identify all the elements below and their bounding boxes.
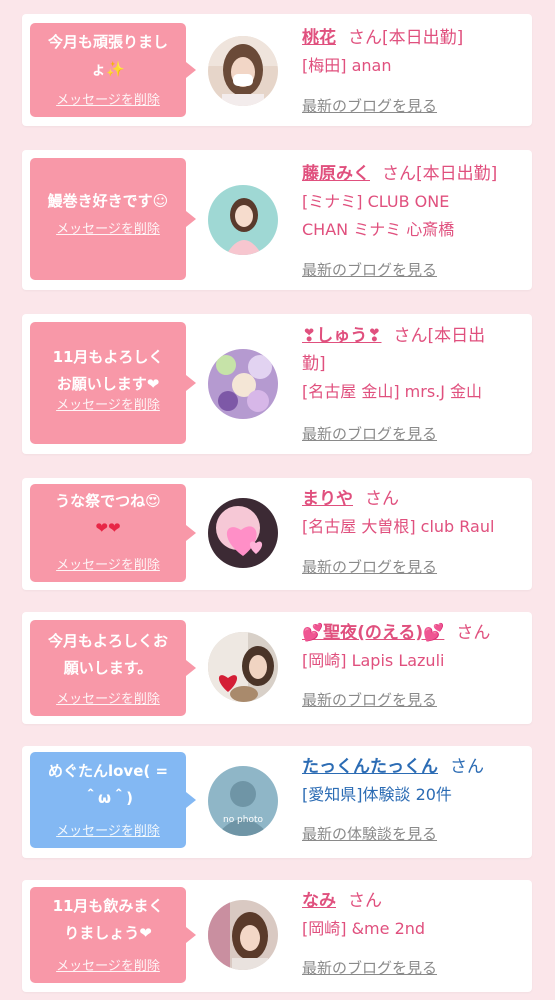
message-bubble: 今月もよろしくお 願いします。 メッセージを削除 [30,620,196,716]
no-photo-text: no photo [223,815,264,825]
delete-message-link[interactable]: メッセージを削除 [30,692,186,708]
message-text-line: 鰻巻き好きです☺ [47,192,169,210]
message-card: 今月も頑張りまし ょ✨ メッセージを削除 桃花 さん[本日出勤] [梅田] ana… [22,14,532,126]
message-text-line: ＾ω＾) [83,789,133,807]
message-card: 11月もよろしく お願いします❤ メッセージを削除 ❣しゅう❣ さん[本日出 勤]… [22,314,532,454]
cast-name-link[interactable]: 藤原みく [302,164,370,184]
message-bubble: 鰻巻き好きです☺ メッセージを削除 [30,158,196,280]
avatar[interactable] [208,498,278,568]
message-list: 今月も頑張りまし ょ✨ メッセージを削除 桃花 さん[本日出勤] [梅田] ana… [0,0,555,1000]
avatar[interactable] [208,185,278,255]
message-card: めぐたんlove( = ＾ω＾) メッセージを削除 no photo たっくんた… [22,746,532,858]
shop-label: [名古屋 大曽根] club Raul [302,517,495,536]
latest-blog-link[interactable]: 最新のブログを見る [302,423,437,444]
latest-blog-link[interactable]: 最新のブログを見る [302,556,437,577]
message-text-line: 今月もよろしくお [47,632,168,650]
shop-label: [名古屋 金山] mrs.J 金山 [302,382,483,401]
message-text-line: りましょう❤ [64,924,152,942]
message-text-line: ょ✨ [91,60,125,78]
reviewer-suffix: さん [450,757,484,777]
shop-label: [ミナミ] CLUB ONE [302,192,450,211]
cast-status: さん [348,891,382,911]
delete-message-link[interactable]: メッセージを削除 [30,959,186,975]
cast-name-link[interactable]: なみ [302,891,336,911]
message-bubble: 11月も飲みまく りましょう❤ メッセージを削除 [30,887,196,983]
latest-blog-link[interactable]: 最新のブログを見る [302,689,437,710]
avatar[interactable]: no photo [208,766,278,836]
latest-blog-link[interactable]: 最新のブログを見る [302,259,437,280]
red-heart-icon: ❤❤ [95,519,121,537]
message-bubble: 11月もよろしく お願いします❤ メッセージを削除 [30,322,196,444]
cast-status: さん[本日出 [393,326,486,346]
cast-name-link[interactable]: ❣しゅう❣ [302,326,382,346]
cast-status: さん [456,623,491,643]
message-text-line: 願いします。 [63,659,153,677]
avatar[interactable] [208,632,278,702]
latest-blog-link[interactable]: 最新のブログを見る [302,957,437,978]
cast-info: なみ さん [岡崎] &me 2nd [302,887,522,943]
shop-label: CHAN ミナミ 心斎橋 [302,220,455,239]
cast-info: 藤原みく さん[本日出勤] [ミナミ] CLUB ONE CHAN ミナミ 心斎橋 [302,160,522,244]
cast-status: さん[本日出勤] [382,164,498,184]
avatar[interactable] [208,900,278,970]
delete-message-link[interactable]: メッセージを削除 [30,824,186,840]
latest-blog-link[interactable]: 最新のブログを見る [302,95,437,116]
message-text-line: めぐたんlove( = [47,762,169,780]
delete-message-link[interactable]: メッセージを削除 [30,558,186,574]
cast-name-link[interactable]: 桃花 [302,28,336,48]
latest-review-link[interactable]: 最新の体験談を見る [302,823,437,844]
delete-message-link[interactable]: メッセージを削除 [30,398,186,414]
message-card: 11月も飲みまく りましょう❤ メッセージを削除 なみ さん [岡崎] &me 2… [22,880,532,992]
cast-info: ❣しゅう❣ さん[本日出 勤] [名古屋 金山] mrs.J 金山 [302,322,522,406]
avatar[interactable] [208,36,278,106]
message-bubble: 今月も頑張りまし ょ✨ メッセージを削除 [30,23,196,117]
cast-name-link[interactable]: 💕聖夜(のえる)💕 [302,623,444,643]
reviewer-name-link[interactable]: たっくんたっくん [302,757,438,777]
message-text-line: 11月もよろしく [52,348,164,366]
cast-info: 💕聖夜(のえる)💕 さん [岡崎] Lapis Lazuli [302,619,522,675]
shop-label: [岡崎] Lapis Lazuli [302,651,445,670]
message-text-line: 今月も頑張りまし [47,33,168,51]
shop-label: [岡崎] &me 2nd [302,919,426,938]
cast-name-link[interactable]: まりや [302,489,353,509]
message-text-line: うな祭でつね😍 [55,492,161,510]
cast-info: 桃花 さん[本日出勤] [梅田] anan [302,24,522,80]
message-text-line: お願いします❤ [56,375,160,393]
message-text-line: 11月も飲みまく [52,897,164,915]
message-bubble: うな祭でつね😍 ❤❤ メッセージを削除 [30,484,196,582]
shop-label: [梅田] anan [302,56,392,75]
delete-message-link[interactable]: メッセージを削除 [30,93,186,109]
avatar[interactable] [208,349,278,419]
cast-info: まりや さん [名古屋 大曽根] club Raul [302,485,522,541]
message-card: 鰻巻き好きです☺ メッセージを削除 藤原みく さん[本日出勤] [ミナミ] CLU… [22,150,532,290]
message-card: うな祭でつね😍 ❤❤ メッセージを削除 まりや さん [名古屋 大曽根] club… [22,478,532,590]
cast-info: たっくんたっくん さん [愛知県]体験談 20件 [302,753,522,809]
cast-status: 勤] [302,354,326,374]
message-card: 今月もよろしくお 願いします。 メッセージを削除 💕聖夜(のえる)💕 さん [岡崎… [22,612,532,724]
cast-status: さん [365,489,399,509]
cast-status: さん[本日出勤] [348,28,464,48]
delete-message-link[interactable]: メッセージを削除 [30,222,186,238]
message-bubble: めぐたんlove( = ＾ω＾) メッセージを削除 [30,752,196,848]
review-count-label: [愛知県]体験談 20件 [302,785,452,804]
